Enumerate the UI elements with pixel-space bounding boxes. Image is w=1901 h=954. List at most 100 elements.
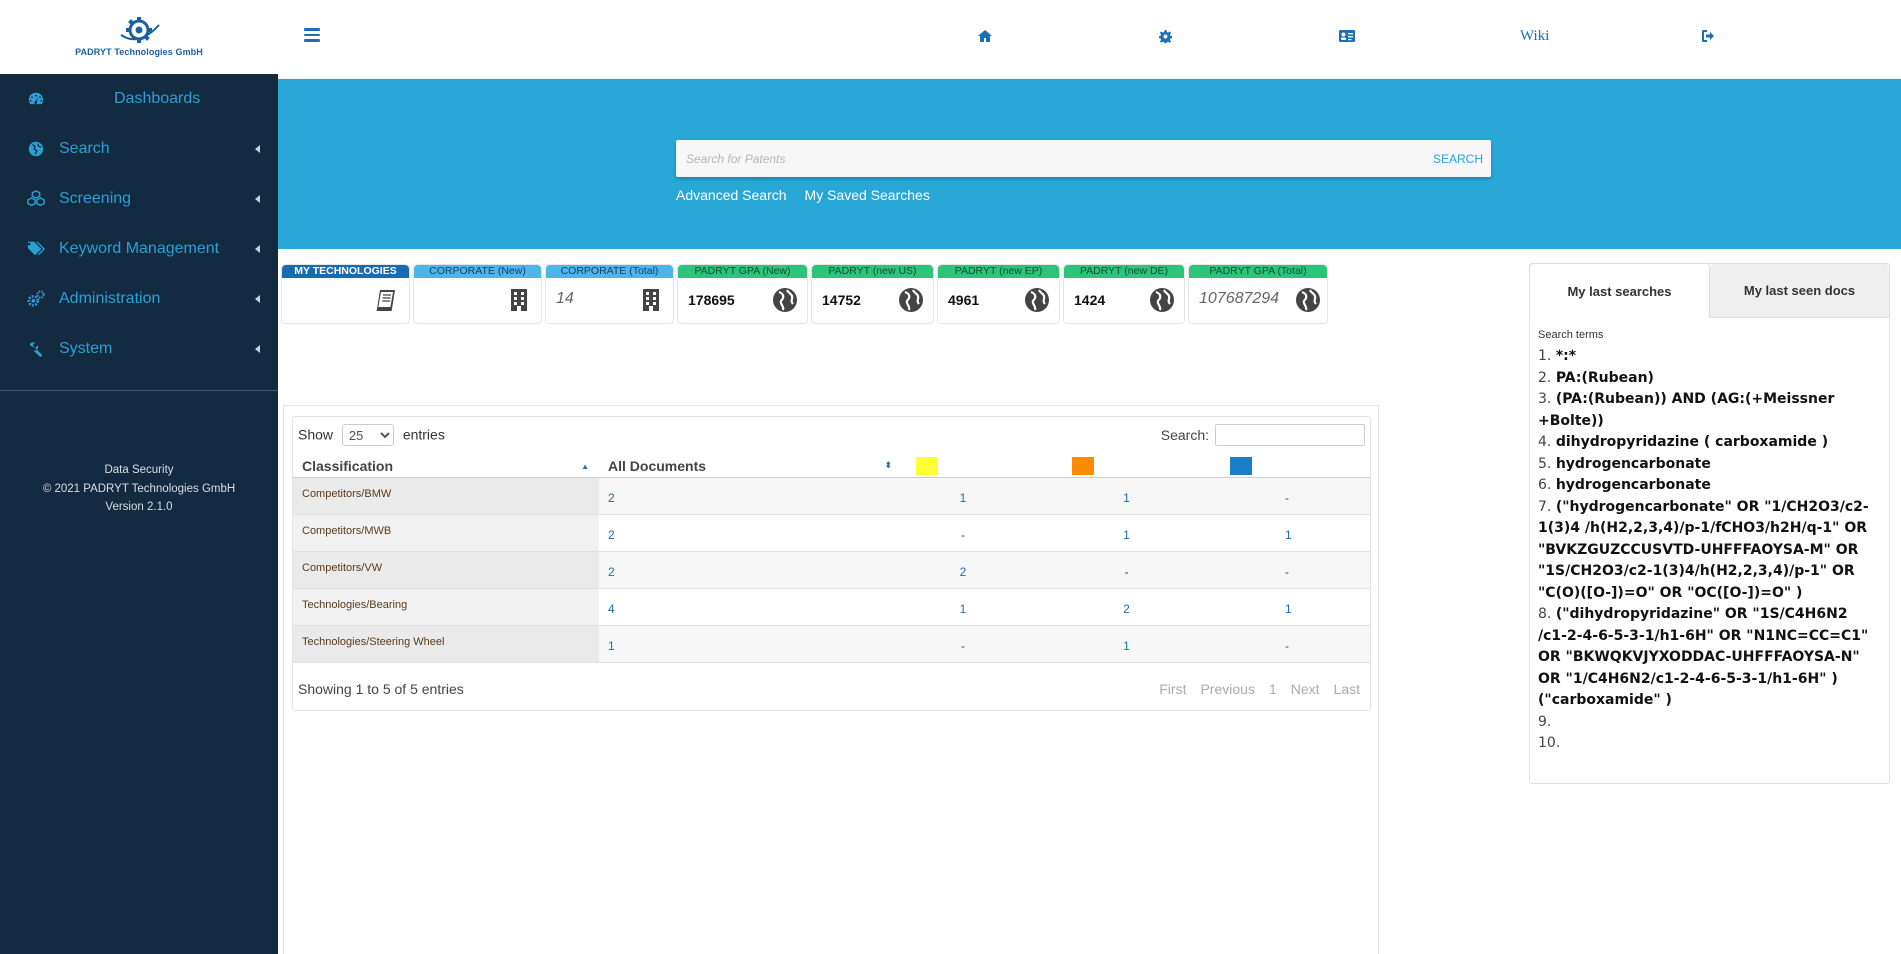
dashboard-gauge-icon bbox=[26, 89, 46, 109]
advanced-search-link[interactable]: Advanced Search bbox=[676, 187, 787, 203]
cell-blue[interactable]: 1 bbox=[1216, 588, 1370, 626]
search-history-item[interactable]: 8. ("dihydropyridazine" OR "1S/C4H6N2 /c… bbox=[1538, 604, 1881, 712]
pager-page-1[interactable]: 1 bbox=[1269, 681, 1277, 697]
sidebar-footer: Data Security © 2021 PADRYT Technologies… bbox=[0, 461, 278, 517]
gear-icon[interactable] bbox=[1159, 28, 1172, 44]
cell-all-documents[interactable]: 1 bbox=[599, 625, 902, 663]
building-icon bbox=[511, 289, 527, 311]
patent-search-box: SEARCH bbox=[676, 140, 1491, 177]
recent-tabs: My last searches My last seen docs bbox=[1529, 263, 1889, 318]
column-header-all-documents[interactable]: All Documents ⬍ bbox=[599, 455, 902, 478]
sidebar-item-keyword-management[interactable]: Keyword Management bbox=[0, 224, 278, 274]
cell-orange[interactable]: 1 bbox=[1059, 477, 1216, 515]
table-footer: Showing 1 to 5 of 5 entries First Previo… bbox=[298, 681, 1360, 697]
globe-icon bbox=[1025, 288, 1049, 312]
search-history-item[interactable]: 1. *:* bbox=[1538, 346, 1881, 368]
search-history-item[interactable]: 3. (PA:(Rubean)) AND (AG:(+Meissner +Bol… bbox=[1538, 389, 1881, 432]
search-history-item[interactable]: 9. bbox=[1538, 712, 1881, 734]
classification-table-wrapper: Show 25 entries Search: Classification ▲ bbox=[292, 416, 1371, 711]
table-search-input[interactable] bbox=[1215, 424, 1365, 446]
search-history-item[interactable]: 7. ("hydrogencarbonate" OR "1/CH2O3/c2-1… bbox=[1538, 497, 1881, 605]
tile-corporate-new[interactable]: CORPORATE (New) bbox=[413, 264, 542, 324]
cell-all-documents[interactable]: 4 bbox=[599, 588, 902, 626]
cell-all-documents[interactable]: 2 bbox=[599, 514, 902, 552]
tile-my-technologies[interactable]: MY TECHNOLOGIES bbox=[281, 264, 410, 324]
tile-padryt-new-de[interactable]: PADRYT (new DE) 1424 bbox=[1063, 264, 1185, 324]
search-history-item[interactable]: 5. hydrogencarbonate bbox=[1538, 454, 1881, 476]
search-terms-label: Search terms bbox=[1538, 329, 1604, 341]
color-swatch-blue bbox=[1230, 456, 1252, 475]
caret-left-icon bbox=[255, 345, 260, 353]
sidebar-divider bbox=[0, 390, 278, 391]
sidebar-item-administration[interactable]: Administration bbox=[0, 274, 278, 324]
sidebar-item-system[interactable]: System bbox=[0, 324, 278, 374]
column-header-orange[interactable] bbox=[1059, 455, 1216, 478]
sidebar-item-screening[interactable]: Screening bbox=[0, 174, 278, 224]
saved-searches-link[interactable]: My Saved Searches bbox=[805, 187, 930, 203]
gear-logo-icon bbox=[120, 17, 160, 43]
pager-last[interactable]: Last bbox=[1334, 681, 1360, 697]
cell-all-documents[interactable]: 2 bbox=[599, 551, 902, 589]
search-history-item[interactable]: 6. hydrogencarbonate bbox=[1538, 475, 1881, 497]
tile-padryt-gpa-total[interactable]: PADRYT GPA (Total) 107687294 bbox=[1188, 264, 1328, 324]
caret-left-icon bbox=[255, 245, 260, 253]
sidebar-nav: Dashboards Search Screening Keyword Mana… bbox=[0, 74, 278, 374]
home-icon[interactable] bbox=[978, 28, 992, 44]
patent-search-input[interactable] bbox=[676, 140, 1433, 177]
cell-classification: Technologies/Steering Wheel bbox=[293, 625, 599, 663]
pager-previous[interactable]: Previous bbox=[1200, 681, 1254, 697]
caret-left-icon bbox=[255, 195, 260, 203]
search-banner: SEARCH Advanced Search My Saved Searches bbox=[278, 79, 1901, 249]
tile-value: 14752 bbox=[822, 292, 861, 308]
column-header-classification[interactable]: Classification ▲ bbox=[293, 455, 599, 478]
sidebar-item-label: Administration bbox=[59, 290, 161, 307]
entries-label: entries bbox=[402, 426, 445, 443]
wiki-link[interactable]: Wiki bbox=[1520, 28, 1549, 44]
globe-icon bbox=[899, 288, 923, 312]
brand-logo[interactable]: PADRYT Technologies GmbH bbox=[0, 0, 278, 74]
tile-padryt-new-us[interactable]: PADRYT (new US) 14752 bbox=[811, 264, 934, 324]
page-length-select[interactable]: 25 bbox=[341, 424, 394, 446]
tab-my-last-seen-docs[interactable]: My last seen docs bbox=[1710, 264, 1889, 318]
logout-icon[interactable] bbox=[1702, 28, 1716, 44]
contact-card-icon[interactable] bbox=[1339, 28, 1355, 44]
cell-yellow[interactable]: 1 bbox=[902, 477, 1059, 515]
cogs-icon bbox=[26, 289, 46, 309]
tile-value: 4961 bbox=[948, 292, 980, 308]
cell-yellow[interactable]: 1 bbox=[902, 588, 1059, 626]
pagination: First Previous 1 Next Last bbox=[1159, 681, 1360, 697]
tile-padryt-gpa-new[interactable]: PADRYT GPA (New) 178695 bbox=[677, 264, 808, 324]
cell-yellow[interactable]: 2 bbox=[902, 551, 1059, 589]
cell-blue[interactable]: 1 bbox=[1216, 514, 1370, 552]
search-button[interactable]: SEARCH bbox=[1433, 152, 1491, 166]
search-history-item[interactable]: 10. bbox=[1538, 733, 1881, 755]
menu-toggle-icon[interactable] bbox=[304, 28, 320, 42]
column-header-blue[interactable] bbox=[1216, 455, 1370, 478]
color-swatch-orange bbox=[1072, 456, 1094, 475]
cell-all-documents[interactable]: 2 bbox=[599, 477, 902, 515]
pager-first[interactable]: First bbox=[1159, 681, 1186, 697]
classification-panel: Show 25 entries Search: Classification ▲ bbox=[283, 405, 1379, 954]
column-header-yellow[interactable] bbox=[902, 455, 1059, 478]
search-history-item[interactable]: 2. PA:(Rubean) bbox=[1538, 368, 1881, 390]
tile-corporate-total[interactable]: CORPORATE (Total) 14 bbox=[545, 264, 674, 324]
pager-next[interactable]: Next bbox=[1291, 681, 1320, 697]
wrench-icon bbox=[26, 339, 46, 359]
cell-orange[interactable]: 2 bbox=[1059, 588, 1216, 626]
sidebar-item-search[interactable]: Search bbox=[0, 124, 278, 174]
cell-classification: Technologies/Bearing bbox=[293, 588, 599, 626]
data-security-link[interactable]: Data Security bbox=[0, 461, 278, 480]
version-text: Version 2.1.0 bbox=[105, 501, 173, 513]
sidebar: PADRYT Technologies GmbH Dashboards Sear… bbox=[0, 0, 278, 954]
cell-orange[interactable]: 1 bbox=[1059, 514, 1216, 552]
search-history-item[interactable]: 4. dihydropyridazine ( carboxamide ) bbox=[1538, 432, 1881, 454]
tab-my-last-searches[interactable]: My last searches bbox=[1529, 263, 1710, 318]
sidebar-item-label: Keyword Management bbox=[59, 240, 220, 257]
sidebar-item-dashboards[interactable]: Dashboards bbox=[0, 74, 278, 124]
tile-padryt-new-ep[interactable]: PADRYT (new EP) 4961 bbox=[937, 264, 1060, 324]
copyright-text: © 2021 PADRYT Technologies GmbH bbox=[42, 482, 236, 495]
recent-activity-panel: My last searches My last seen docs Searc… bbox=[1529, 263, 1890, 784]
tile-title: PADRYT (new DE) bbox=[1064, 265, 1184, 278]
cell-orange[interactable]: 1 bbox=[1059, 625, 1216, 663]
tile-title: PADRYT GPA (New) bbox=[678, 265, 807, 278]
